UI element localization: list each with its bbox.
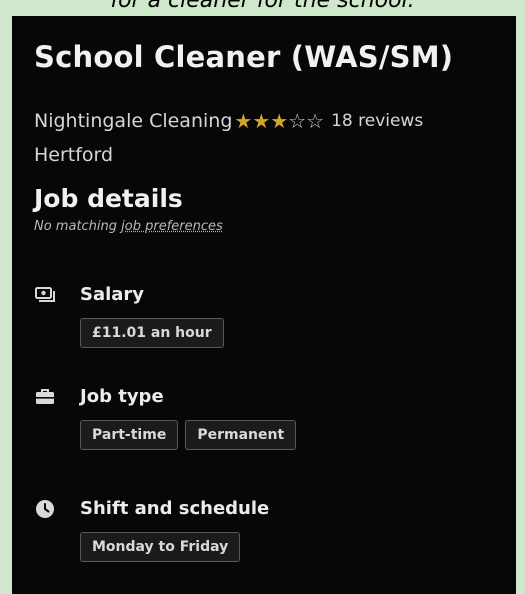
job-preferences-link[interactable]: job preferences bbox=[121, 219, 223, 234]
star-filled-icon: ★ bbox=[252, 109, 271, 133]
job-type-chip[interactable]: Permanent bbox=[185, 420, 297, 450]
schedule-label: Shift and schedule bbox=[80, 498, 270, 519]
caption-text: for a cleaner for the school. bbox=[110, 0, 415, 13]
preferences-note: No matching job preferences bbox=[34, 219, 223, 234]
star-filled-icon: ★ bbox=[270, 109, 289, 133]
briefcase-icon bbox=[34, 386, 56, 408]
clock-icon bbox=[34, 498, 56, 520]
schedule-chips: Monday to Friday bbox=[80, 532, 241, 562]
company-row: Nightingale Cleaning ★ ★ ★ ☆ ☆ 18 review… bbox=[34, 110, 423, 132]
schedule-chip[interactable]: Monday to Friday bbox=[80, 532, 241, 562]
job-type-chip[interactable]: Part-time bbox=[80, 420, 179, 450]
job-location: Hertford bbox=[34, 144, 114, 166]
rating-stars[interactable]: ★ ★ ★ ☆ ☆ bbox=[234, 111, 324, 131]
salary-label: Salary bbox=[80, 284, 145, 305]
job-details-heading: Job details bbox=[34, 184, 183, 213]
star-empty-icon: ☆ bbox=[306, 109, 325, 133]
job-title: School Cleaner (WAS/SM) bbox=[34, 40, 454, 74]
job-type-chips: Part-time Permanent bbox=[80, 420, 297, 450]
money-icon bbox=[34, 284, 56, 306]
preferences-prefix: No matching bbox=[34, 219, 122, 234]
job-details-panel: School Cleaner (WAS/SM) Nightingale Clea… bbox=[12, 16, 516, 594]
salary-chip[interactable]: £11.01 an hour bbox=[80, 318, 224, 348]
star-empty-icon: ☆ bbox=[288, 109, 307, 133]
star-filled-icon: ★ bbox=[234, 109, 253, 133]
company-link[interactable]: Nightingale Cleaning bbox=[34, 110, 232, 132]
salary-chips: £11.01 an hour bbox=[80, 318, 224, 348]
reviews-link[interactable]: 18 reviews bbox=[331, 111, 423, 131]
job-type-label: Job type bbox=[80, 386, 164, 407]
